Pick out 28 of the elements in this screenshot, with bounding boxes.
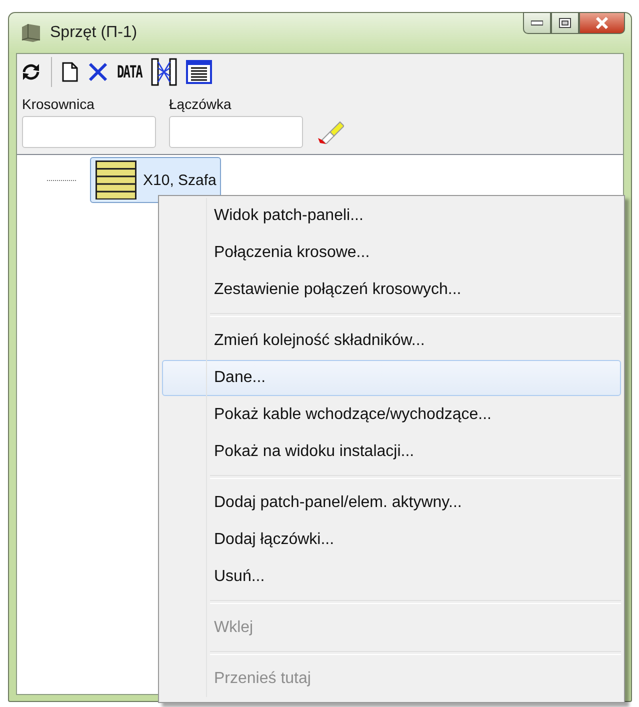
maximize-button[interactable]: [551, 12, 579, 34]
menu-item[interactable]: Dodaj patch-panel/elem. aktywny...: [162, 485, 621, 521]
minimize-button[interactable]: [523, 12, 551, 34]
menu-item[interactable]: Połączenia krosowe...: [162, 235, 621, 271]
list-icon[interactable]: [186, 60, 212, 84]
patch-panel-icon[interactable]: [150, 58, 177, 86]
field-label: Łączówka: [169, 96, 232, 112]
input-field[interactable]: [22, 116, 156, 148]
minimize-icon: [531, 20, 543, 26]
delete-icon[interactable]: [88, 62, 108, 82]
menu-item[interactable]: Dodaj łączówki...: [162, 522, 621, 558]
window-title: Sprzęt (Π-1): [50, 24, 138, 42]
menu-item[interactable]: Usuń...: [162, 559, 621, 595]
menu-item[interactable]: Zmień kolejność składników...: [162, 323, 621, 359]
field-label: Krosownica: [22, 96, 96, 112]
menu-item[interactable]: Zestawienie połączeń krosowych...: [162, 272, 621, 308]
menu-item[interactable]: Dane...: [162, 360, 621, 396]
new-document-icon[interactable]: [61, 61, 79, 83]
input-field[interactable]: [169, 116, 303, 148]
data-button[interactable]: DATA: [117, 62, 142, 82]
menu-item[interactable]: Pokaż kable wchodzące/wychodzące...: [162, 397, 621, 433]
close-icon: [595, 17, 609, 29]
patch-panel-icon: [95, 160, 137, 200]
maximize-icon: [559, 18, 571, 28]
tree-item[interactable]: X10, Szafa: [90, 157, 222, 203]
close-button[interactable]: [579, 12, 625, 34]
menu-item[interactable]: Pokaż na widoku instalacji...: [162, 434, 621, 470]
cabinet-icon: [20, 23, 42, 43]
